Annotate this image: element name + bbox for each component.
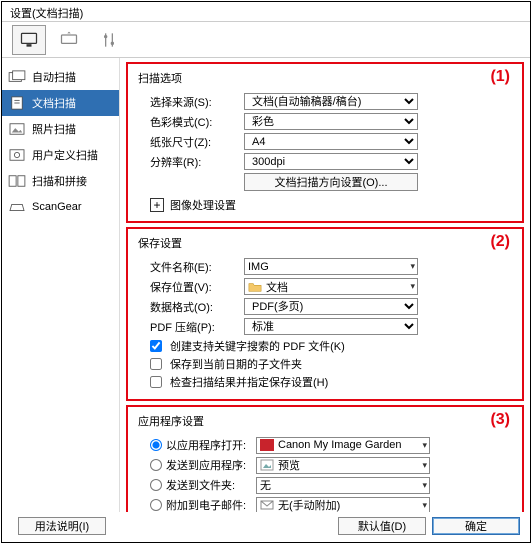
sidebar-item-label: ScanGear — [32, 201, 82, 213]
chevron-down-icon: ▾ — [410, 261, 415, 272]
stitch-scan-icon — [8, 174, 26, 188]
filename-value: IMG — [248, 261, 269, 273]
chevron-down-icon: ▾ — [422, 460, 427, 471]
check-results-checkbox[interactable] — [150, 376, 162, 388]
app-icon — [260, 439, 274, 451]
pdfcomp-label: PDF 压缩(P): — [138, 319, 244, 335]
format-select[interactable]: PDF(多页) — [244, 298, 418, 315]
keyword-pdf-checkbox[interactable] — [150, 340, 162, 352]
section-number-1: (1) — [490, 68, 510, 86]
mail-icon — [260, 499, 274, 511]
filename-combo[interactable]: IMG ▾ — [244, 258, 418, 275]
custom-scan-icon — [8, 148, 26, 162]
paper-select[interactable]: A4 — [244, 133, 418, 150]
sidebar-item-scangear[interactable]: ScanGear — [2, 194, 119, 220]
date-subfolder-label: 保存到当前日期的子文件夹 — [170, 356, 302, 372]
tab-scan-panel[interactable] — [52, 25, 86, 55]
pdfcomp-select[interactable]: 标准 — [244, 318, 418, 335]
open-with-app-label: 以应用程序打开: — [166, 437, 246, 453]
send-to-folder-value: 无 — [260, 477, 271, 493]
top-tabbar — [2, 22, 530, 58]
saveloc-value: 文档 — [266, 279, 288, 295]
attach-email-select[interactable]: 无(手动附加) ▾ — [256, 497, 430, 513]
tab-preferences[interactable] — [92, 25, 126, 55]
sidebar-item-label: 扫描和拼接 — [32, 173, 87, 189]
sidebar-item-auto[interactable]: 自动扫描 — [2, 64, 119, 90]
format-label: 数据格式(O): — [138, 299, 244, 315]
resolution-select[interactable]: 300dpi — [244, 153, 418, 170]
send-to-folder-radio[interactable] — [150, 479, 162, 491]
preview-icon — [260, 459, 274, 471]
chevron-down-icon: ▾ — [422, 500, 427, 511]
check-results-label: 检查扫描结果并指定保存设置(H) — [170, 374, 328, 390]
send-to-app-value: 预览 — [278, 457, 300, 473]
savelocation-select[interactable]: 文档 ▾ — [244, 278, 418, 295]
sidebar: 自动扫描 文档扫描 照片扫描 用户定义扫描 扫描和拼接 ScanGear — [2, 58, 120, 512]
open-with-app-radio[interactable] — [150, 439, 162, 451]
source-select[interactable]: 文档(自动输稿器/稿台) — [244, 93, 418, 110]
app-settings-section: (3) 应用程序设置 以应用程序打开: Canon My Image Garde… — [126, 405, 524, 512]
resolution-label: 分辨率(R): — [138, 154, 244, 170]
sidebar-item-custom[interactable]: 用户定义扫描 — [2, 142, 119, 168]
orientation-button[interactable]: 文档扫描方向设置(O)... — [244, 173, 418, 191]
send-to-app-radio[interactable] — [150, 459, 162, 471]
saveloc-label: 保存位置(V): — [138, 279, 244, 295]
send-to-folder-label: 发送到文件夹: — [166, 477, 235, 493]
section-number-2: (2) — [490, 233, 510, 251]
chevron-down-icon: ▾ — [410, 281, 415, 292]
sidebar-item-stitch[interactable]: 扫描和拼接 — [2, 168, 119, 194]
bottom-bar: 用法说明(I) 默认值(D) 确定 — [2, 514, 530, 538]
attach-email-value: 无(手动附加) — [278, 497, 340, 512]
scangear-icon — [8, 200, 26, 214]
filename-label: 文件名称(E): — [138, 259, 244, 275]
image-processing-label: 图像处理设置 — [170, 197, 236, 213]
document-scan-icon — [8, 96, 26, 110]
defaults-button[interactable]: 默认值(D) — [338, 517, 426, 535]
help-button[interactable]: 用法说明(I) — [18, 517, 106, 535]
section-title: 应用程序设置 — [138, 413, 512, 429]
sidebar-item-label: 照片扫描 — [32, 121, 76, 137]
save-settings-section: (2) 保存设置 文件名称(E): IMG ▾ 保存位置(V): — [126, 227, 524, 401]
sidebar-item-label: 自动扫描 — [32, 69, 76, 85]
date-subfolder-checkbox[interactable] — [150, 358, 162, 370]
section-title: 保存设置 — [138, 235, 512, 251]
keyword-pdf-label: 创建支持关键字搜索的 PDF 文件(K) — [170, 338, 345, 354]
sidebar-item-label: 文档扫描 — [32, 95, 76, 111]
tab-scan-computer[interactable] — [12, 25, 46, 55]
sidebar-item-label: 用户定义扫描 — [32, 147, 98, 163]
folder-icon — [248, 281, 262, 293]
ok-button[interactable]: 确定 — [432, 517, 520, 535]
color-label: 色彩模式(C): — [138, 114, 244, 130]
send-to-app-select[interactable]: 预览 ▾ — [256, 457, 430, 474]
photo-scan-icon — [8, 122, 26, 136]
send-to-folder-select[interactable]: 无 ▾ — [256, 477, 430, 494]
send-to-app-label: 发送到应用程序: — [166, 457, 246, 473]
open-with-app-value: Canon My Image Garden — [278, 439, 402, 451]
attach-email-label: 附加到电子邮件: — [166, 497, 246, 512]
open-with-app-select[interactable]: Canon My Image Garden ▾ — [256, 437, 430, 454]
sidebar-item-photo[interactable]: 照片扫描 — [2, 116, 119, 142]
section-title: 扫描选项 — [138, 70, 512, 86]
expand-image-proc-icon[interactable]: + — [150, 198, 164, 212]
scan-options-section: (1) 扫描选项 选择来源(S): 文档(自动输稿器/稿台) 色彩模式(C): … — [126, 62, 524, 223]
color-select[interactable]: 彩色 — [244, 113, 418, 130]
auto-scan-icon — [8, 70, 26, 84]
attach-email-radio[interactable] — [150, 499, 162, 511]
paper-label: 纸张尺寸(Z): — [138, 134, 244, 150]
sidebar-item-document[interactable]: 文档扫描 — [2, 90, 119, 116]
source-label: 选择来源(S): — [138, 94, 244, 110]
chevron-down-icon: ▾ — [422, 440, 427, 451]
section-number-3: (3) — [490, 411, 510, 429]
chevron-down-icon: ▾ — [422, 480, 427, 491]
window-title: 设置(文档扫描) — [2, 2, 530, 22]
